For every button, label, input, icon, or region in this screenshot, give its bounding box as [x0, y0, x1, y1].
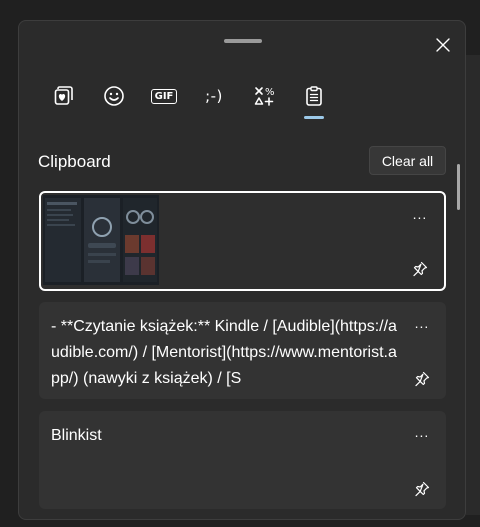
tab-gif[interactable]: GIF — [139, 76, 189, 116]
clipboard-panel: GIF ;-) % Clipboard Clear all ... - **Cz… — [18, 20, 466, 520]
pin-button[interactable] — [410, 367, 434, 391]
pin-icon — [415, 371, 430, 387]
screenshot-thumbnail — [43, 195, 159, 285]
more-options-button[interactable]: ... — [406, 203, 434, 225]
gif-icon: GIF — [150, 88, 178, 104]
kaomoji-icon: ;-) — [205, 87, 223, 105]
active-tab-indicator — [304, 116, 324, 119]
tab-favorites[interactable] — [39, 76, 89, 116]
close-button[interactable] — [427, 29, 459, 61]
symbols-icon: % — [254, 87, 275, 106]
more-options-button[interactable]: ... — [408, 312, 436, 334]
tab-kaomoji[interactable]: ;-) — [189, 76, 239, 116]
drag-handle[interactable] — [224, 39, 262, 43]
clipboard-item-text[interactable]: Blinkist ... — [39, 411, 446, 509]
svg-text:%: % — [265, 87, 275, 98]
background-window-edge — [466, 55, 480, 515]
heart-stack-icon — [54, 86, 73, 105]
smiley-icon — [104, 86, 124, 106]
pin-icon — [413, 261, 428, 277]
pin-button[interactable] — [410, 477, 434, 501]
clipboard-item-text[interactable]: - **Czytanie książek:** Kindle / [Audibl… — [39, 302, 446, 399]
tab-emoji[interactable] — [89, 76, 139, 116]
clipboard-item-content: Blinkist — [51, 427, 102, 444]
pin-icon — [415, 481, 430, 497]
tab-clipboard[interactable] — [289, 76, 339, 119]
clipboard-item-image[interactable]: ... — [39, 191, 446, 291]
pin-button[interactable] — [408, 257, 432, 281]
clear-all-button[interactable]: Clear all — [369, 146, 446, 175]
clipboard-item-content: - **Czytanie książek:** Kindle / [Audibl… — [51, 318, 397, 387]
category-tabs: GIF ;-) % — [39, 76, 339, 120]
more-options-button[interactable]: ... — [408, 421, 436, 443]
close-icon — [436, 38, 450, 52]
section-title: Clipboard — [38, 152, 111, 171]
clipboard-icon — [306, 86, 322, 106]
tab-symbols[interactable]: % — [239, 76, 289, 116]
scrollbar-thumb[interactable] — [457, 164, 460, 210]
